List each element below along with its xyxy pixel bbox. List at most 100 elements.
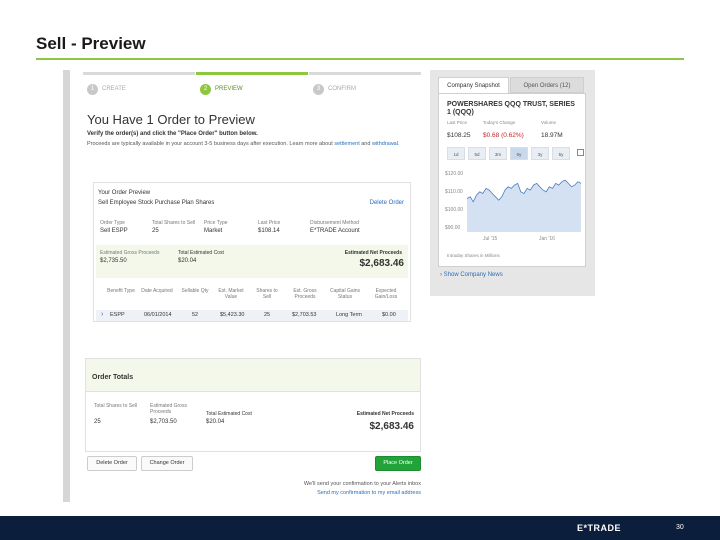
price-chart: $120.00 $110.00 $100.00 $90.00 Jul '15 J… <box>445 171 582 242</box>
volume-value: 18.97M <box>541 132 563 139</box>
company-snapshot-panel: Company Snapshot Open Orders (12) POWERS… <box>430 70 595 296</box>
cost-label: Total Estimated Cost <box>178 250 224 256</box>
col-header: Date Acquired <box>141 288 173 294</box>
table-cell: 52 <box>192 312 199 318</box>
step-label: CREATE <box>102 86 126 92</box>
table-cell: ESPP <box>110 312 125 318</box>
range-tab-selected[interactable]: 6y <box>510 147 528 160</box>
table-cell: 25 <box>264 312 271 318</box>
footer-bar: E*TRADE 30 <box>0 516 720 540</box>
chart-legend: Intraday Shares in Millions <box>447 253 500 258</box>
expand-chart-icon[interactable] <box>577 149 584 156</box>
table-cell: Long Term <box>336 312 362 318</box>
totals-gross-value: $2,703.50 <box>150 419 177 425</box>
order-preview-panel: 1 CREATE 2 PREVIEW 3 CONFIRM You Have 1 … <box>83 72 423 502</box>
change-order-button[interactable]: Change Order <box>141 456 193 471</box>
table-cell: $0.00 <box>382 312 396 318</box>
todays-change-value: $0.68 (0.62%) <box>483 132 524 139</box>
quote-label: Volume <box>541 120 557 125</box>
totals-title: Order Totals <box>92 374 134 381</box>
quote-label: Today's Change <box>483 120 516 125</box>
field-value: Market <box>204 228 223 234</box>
col-header: Sellable Qty <box>181 288 209 294</box>
total-shares-label: Total Shares to Sell <box>94 403 138 409</box>
tab-company-snapshot[interactable]: Company Snapshot <box>438 77 509 93</box>
table-cell: $2,703.53 <box>292 312 317 318</box>
total-shares-value: 25 <box>94 419 101 425</box>
etrade-logo: E*TRADE <box>577 523 621 533</box>
x-tick-label: Jan '16 <box>539 236 555 242</box>
range-tab[interactable]: 5y <box>552 147 570 160</box>
snapshot-card: POWERSHARES QQQ TRUST, SERIES 1 (QQQ) La… <box>438 93 586 267</box>
col-header: Est. Market Value <box>218 288 244 300</box>
settlement-link[interactable]: settlement <box>334 141 359 147</box>
step-label: CONFIRM <box>328 86 356 92</box>
last-price-value: $108.25 <box>447 132 471 139</box>
field-label: Price Type <box>204 220 228 226</box>
totals-net-value: $2,683.46 <box>369 421 415 432</box>
step-create: 1 CREATE <box>83 72 195 102</box>
totals-header: Order Totals <box>86 359 420 392</box>
slide-title: Sell - Preview <box>36 34 146 53</box>
stepper: 1 CREATE 2 PREVIEW 3 CONFIRM <box>83 72 421 102</box>
quote-label: Last Price <box>447 120 468 125</box>
delete-order-link[interactable]: Delete Order <box>370 200 404 206</box>
summary-subtitle: Sell Employee Stock Purchase Plan Shares <box>98 200 215 206</box>
confirmation-note: We'll send your confirmation to your Ale… <box>303 481 421 487</box>
logo-rest: TRADE <box>587 523 622 533</box>
summary-title: Your Order Preview <box>98 190 151 196</box>
table-row[interactable]: › ESPP 06/01/2014 52 $5,423.30 25 $2,703… <box>96 310 408 321</box>
totals-gross-label: Estimated Gross Proceeds <box>150 403 187 415</box>
place-order-button[interactable]: Place Order <box>375 456 421 471</box>
chart-area-fill <box>467 180 581 232</box>
withdrawal-link[interactable]: withdrawal. <box>372 141 400 147</box>
title-rule <box>36 58 684 60</box>
order-summary-box: Your Order Preview Sell Employee Stock P… <box>93 182 411 322</box>
field-value: 25 <box>152 228 159 234</box>
net-label: Estimated Net Proceeds <box>344 250 402 256</box>
net-proceeds-value: $2,683.46 <box>359 258 405 269</box>
tab-open-orders[interactable]: Open Orders (12) <box>510 77 584 93</box>
cost-value: $20.04 <box>178 258 197 264</box>
screenshot-frame <box>63 70 70 502</box>
step-label: PREVIEW <box>215 86 243 92</box>
field-label: Disbursement Method <box>310 220 359 226</box>
email-confirmation-link[interactable]: Send my confirmation to my email address <box>317 490 421 496</box>
order-totals-box: Order Totals Total Shares to Sell 25 Est… <box>85 358 421 452</box>
gross-label: Estimated Gross Proceeds <box>100 250 160 256</box>
verify-instruction: Verify the order(s) and click the "Place… <box>87 131 258 137</box>
col-header: Expected Gain/Loss <box>374 288 398 300</box>
delete-order-button[interactable]: Delete Order <box>87 456 137 471</box>
page-number: 30 <box>676 524 684 531</box>
range-tab[interactable]: 3m <box>489 147 507 160</box>
field-label: Order Type <box>100 220 125 226</box>
step-confirm: 3 CONFIRM <box>309 72 421 102</box>
field-value: Sell ESPP <box>100 228 128 234</box>
col-header: Capital Gains Status <box>329 288 360 300</box>
show-news-label: Show Company News <box>443 272 503 278</box>
proceeds-note: Proceeds are typically available in your… <box>87 140 417 148</box>
chevron-right-icon: › <box>440 272 442 278</box>
col-header: Est. Gross Proceeds <box>293 288 317 300</box>
totals-cost-value: $20.04 <box>206 419 225 425</box>
range-tab[interactable]: 3y <box>531 147 549 160</box>
show-company-news-link[interactable]: › Show Company News <box>440 272 503 278</box>
range-tab[interactable]: 1d <box>447 147 465 160</box>
step-number: 2 <box>200 84 211 95</box>
table-cell: $5,423.30 <box>220 312 245 318</box>
y-tick-label: $90.00 <box>445 225 461 231</box>
gross-value: $2,735.50 <box>100 258 127 264</box>
chevron-right-icon[interactable]: › <box>101 311 103 318</box>
preview-heading: You Have 1 Order to Preview <box>87 112 255 127</box>
step-number: 1 <box>87 84 98 95</box>
step-preview: 2 PREVIEW <box>196 72 308 102</box>
table-cell: 06/01/2014 <box>144 312 172 318</box>
proceeds-note-text: Proceeds are typically available in your… <box>87 141 333 147</box>
col-header: Benefit Type <box>107 288 135 294</box>
y-tick-label: $110.00 <box>445 189 463 195</box>
field-value: $108.14 <box>258 228 280 234</box>
company-name: POWERSHARES QQQ TRUST, SERIES 1 (QQQ) <box>447 101 575 116</box>
and-text: and <box>361 141 371 147</box>
range-tab[interactable]: 5d <box>468 147 486 160</box>
y-tick-label: $100.00 <box>445 207 463 213</box>
